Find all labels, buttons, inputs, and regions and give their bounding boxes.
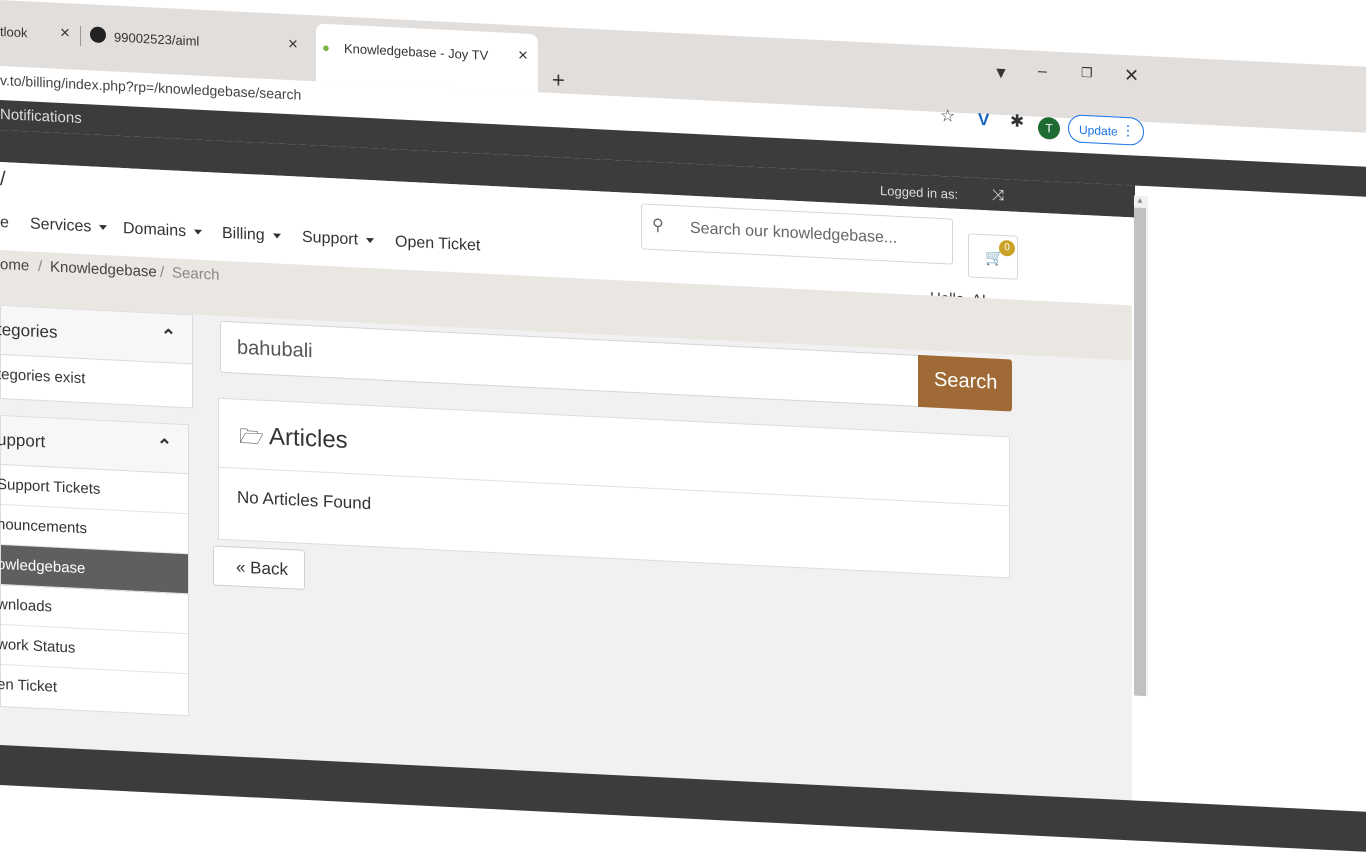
close-icon[interactable]: × [288,34,298,54]
tab-knowledgebase[interactable]: ● Knowledgebase - Joy TV × [316,23,538,93]
minimize-button[interactable]: – [1038,63,1047,81]
cart-button[interactable]: 🛒 0 [968,233,1018,280]
logo[interactable]: / [0,168,6,191]
nav-item-services[interactable]: Services [30,215,108,237]
cart-count-badge: 0 [999,239,1015,257]
breadcrumb-separator: / [160,263,165,282]
puzzle-icon[interactable]: ✱ [1010,111,1024,132]
chevron-up-icon: ⌃ [156,435,172,457]
bookmark-star-icon[interactable]: ☆ [940,106,955,127]
search-button[interactable]: Search [918,354,1012,412]
support-panel: upport ⌃ Support Tickets nouncements owl… [0,415,189,717]
back-button[interactable]: « Back [213,545,305,590]
articles-card-header: 🗁 Articles [219,398,1009,507]
shuffle-icon[interactable]: ⤨ [992,187,1004,205]
tab-title: tlook [0,24,28,41]
categories-panel: tegories ⌃ tegories exist [0,305,193,409]
back-button-label: « Back [236,557,288,580]
nav-label: Billing [222,224,265,244]
close-icon[interactable]: × [518,45,528,65]
nav-label: e [0,214,9,232]
breadcrumb-separator: / [38,257,43,276]
sidebar-item-label: Support Tickets [0,475,101,498]
caret-down-icon [99,225,108,231]
vpn-extension-icon[interactable]: V [978,110,989,131]
list-item: tegories exist [0,355,192,403]
knowledgebase-search-input[interactable] [688,214,942,256]
tab-outlook[interactable]: tlook × [0,12,78,56]
sidebar-item-label: nouncements [0,515,88,538]
nav-item-domains[interactable]: Domains [123,220,203,242]
caret-down-icon [366,238,375,244]
nav-item-billing[interactable]: Billing [222,225,281,246]
tab-github[interactable]: 99002523/aiml × [88,16,304,67]
sidebar-item-label: en Ticket [0,675,58,696]
close-icon[interactable]: × [60,23,70,43]
folder-open-icon: 🗁 [239,425,264,449]
search-icon: ⚲ [652,216,664,235]
nav-item-home[interactable]: e [0,214,9,232]
nav-label: Support [302,228,359,249]
notifications-link[interactable]: Notifications [0,106,82,127]
restore-button[interactable]: ❐ [1081,65,1093,82]
caret-down-icon [272,233,281,239]
update-label: Update [1079,122,1118,139]
nav-label: Services [30,215,92,236]
scroll-up-icon[interactable]: ▲ [1136,196,1144,205]
tab-title: 99002523/aiml [114,29,200,49]
new-tab-button[interactable]: + [552,67,565,94]
chevron-up-icon: ⌃ [160,325,176,347]
search-button-label: Search [934,368,998,394]
sidebar-item-label: owledgebase [0,555,86,578]
articles-card: 🗁 Articles No Articles Found [218,397,1010,579]
sidebar-item-open-ticket[interactable]: en Ticket [0,665,188,713]
tab-separator [80,25,81,46]
github-icon [90,26,106,44]
close-window-button[interactable]: ✕ [1124,65,1139,87]
breadcrumb-home[interactable]: ome [0,256,29,274]
browser-scene: tlook × 99002523/aiml × ● Knowledgebase … [0,0,1366,852]
nav-label: Domains [123,220,187,241]
logged-in-text: Logged in as: [880,183,959,202]
android-icon: ● [322,39,330,56]
breadcrumb-search: Search [172,264,220,284]
panel-title: upport [0,429,46,452]
scrollbar-thumb[interactable] [1134,207,1146,697]
knowledgebase-search-box: ⚲ [641,203,953,265]
sidebar-item-label: work Status [0,635,76,657]
nav-item-support[interactable]: Support [302,228,375,251]
avatar[interactable]: T [1038,116,1060,140]
nav-label: Open Ticket [395,233,481,255]
tab-title: Knowledgebase - Joy TV [344,40,489,63]
sidebar-item-label: wnloads [0,595,53,616]
caret-down-icon [194,229,203,236]
articles-title: Articles [269,423,348,455]
main-content: tegories ⌃ tegories exist upport ⌃ Suppo… [0,305,1132,824]
update-button[interactable]: Update ⋮ [1068,114,1144,146]
no-articles-text: No Articles Found [237,487,372,514]
list-item-label: tegories exist [0,365,86,388]
profile-menu-icon[interactable]: ▼ [993,65,1009,84]
more-vert-icon: ⋮ [1121,121,1135,139]
nav-item-open-ticket[interactable]: Open Ticket [395,233,480,255]
panel-title: tegories [0,319,58,342]
breadcrumb-knowledgebase[interactable]: Knowledgebase [50,258,157,280]
